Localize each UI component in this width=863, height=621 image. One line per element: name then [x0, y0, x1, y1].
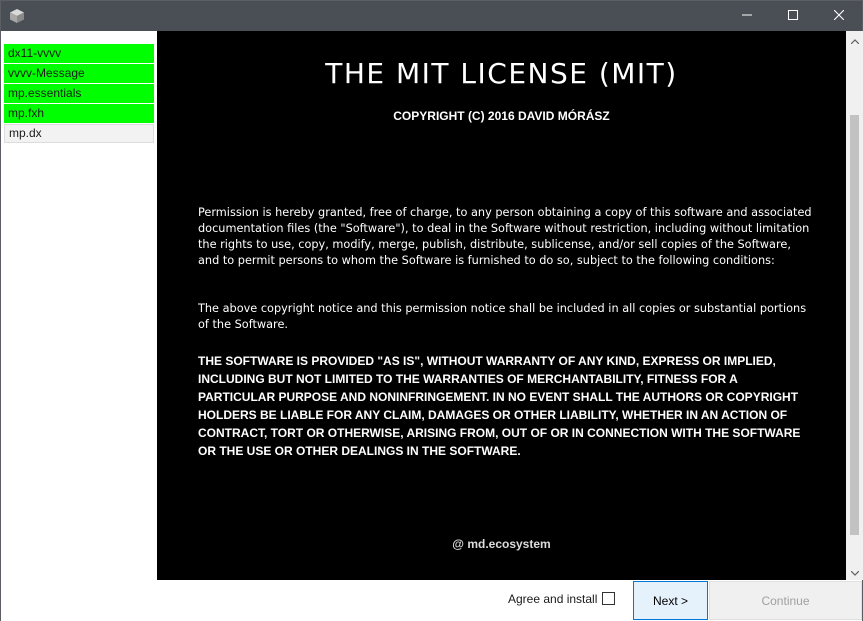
package-item-vvvv-message[interactable]: vvvv-Message	[4, 64, 154, 83]
license-warranty-paragraph: THE SOFTWARE IS PROVIDED "AS IS", WITHOU…	[198, 354, 801, 458]
minimize-icon	[742, 7, 752, 25]
license-panel: THE MIT LICENSE (MIT) COPYRIGHT (C) 2016…	[157, 31, 846, 580]
maximize-icon	[788, 7, 798, 25]
agree-label: Agree and install	[508, 592, 598, 606]
title-bar[interactable]	[1, 1, 862, 31]
license-copyright: COPYRIGHT (C) 2016 DAVID MÓRÁSZ	[393, 109, 610, 123]
vertical-scrollbar[interactable]	[846, 31, 863, 580]
minimize-button[interactable]	[724, 1, 770, 31]
close-button[interactable]	[816, 1, 862, 31]
package-item-mp-dx[interactable]: mp.dx	[4, 124, 154, 143]
next-button[interactable]: Next >	[633, 581, 708, 620]
scroll-up-button[interactable]	[846, 31, 863, 48]
license-footer: @ md.ecosystem	[452, 537, 551, 551]
action-bar: Agree and install Next > Continue	[1, 580, 862, 621]
package-item-dx11-vvvv[interactable]: dx11-vvvv	[4, 44, 154, 63]
scroll-down-button[interactable]	[846, 563, 863, 580]
agree-checkbox[interactable]	[602, 592, 615, 605]
license-permission-paragraph: Permission is hereby granted, free of ch…	[198, 206, 812, 267]
package-list: dx11-vvvv vvvv-Message mp.essentials mp.…	[1, 31, 157, 580]
close-icon	[833, 7, 845, 25]
scrollbar-thumb[interactable]	[850, 115, 859, 535]
cube-icon	[9, 8, 25, 24]
continue-button[interactable]: Continue	[709, 581, 862, 620]
scroll-down-arrow-icon	[850, 563, 859, 581]
license-title: THE MIT LICENSE (MIT)	[325, 57, 678, 90]
scroll-up-arrow-icon	[850, 31, 859, 49]
package-item-mp-essentials[interactable]: mp.essentials	[4, 84, 154, 103]
license-notice-paragraph: The above copyright notice and this perm…	[198, 302, 807, 331]
package-item-mp-fxh[interactable]: mp.fxh	[4, 104, 154, 123]
installer-window: dx11-vvvv vvvv-Message mp.essentials mp.…	[0, 0, 863, 621]
maximize-button[interactable]	[770, 1, 816, 31]
